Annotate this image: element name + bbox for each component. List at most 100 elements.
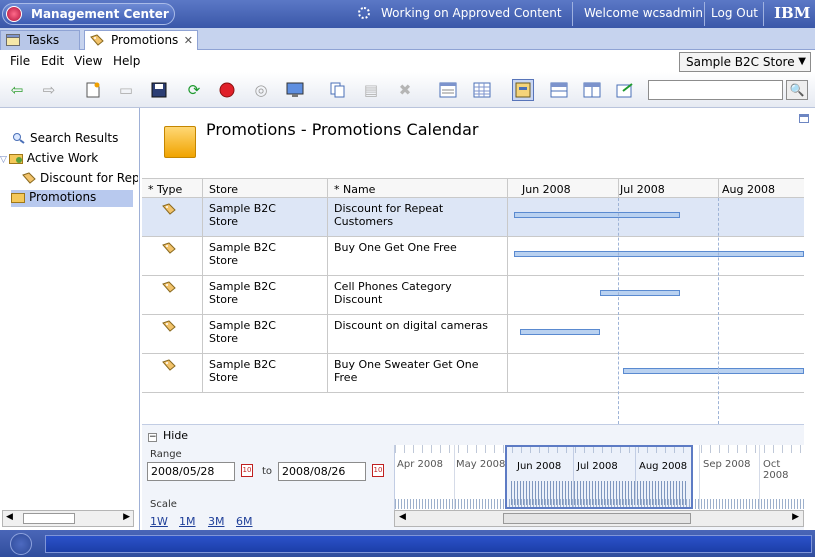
scrollbar-thumb[interactable] bbox=[23, 513, 75, 524]
stop-icon[interactable] bbox=[216, 79, 238, 101]
calendar-cell bbox=[508, 354, 804, 392]
scroll-right-icon[interactable]: ▶ bbox=[123, 512, 130, 522]
list-view-icon[interactable] bbox=[437, 79, 459, 101]
store-cell: Sample B2C Store bbox=[203, 276, 328, 314]
tab-tasks[interactable]: Tasks bbox=[0, 30, 80, 50]
calendar-icon[interactable]: 10 bbox=[372, 464, 384, 477]
calendar-icon[interactable]: 10 bbox=[241, 464, 253, 477]
scroll-left-icon[interactable]: ◀ bbox=[6, 512, 13, 522]
store-text: Store bbox=[209, 254, 239, 267]
nav-active-work-item[interactable]: Discount for Repeat bbox=[22, 171, 138, 185]
hide-label: Hide bbox=[163, 429, 189, 442]
app-title-text: Management Center bbox=[31, 7, 169, 21]
search-icon: 🔍 bbox=[789, 83, 805, 97]
search-icon bbox=[12, 132, 26, 144]
range-to-label: to bbox=[262, 466, 273, 477]
explorer-panel: Search Results ▽ Active Work Discount for… bbox=[0, 108, 140, 530]
chevron-down-icon[interactable]: ▽ bbox=[0, 155, 7, 165]
scale-1m-link[interactable]: 1M bbox=[179, 515, 196, 528]
timeline-month: Sep 2008 bbox=[703, 459, 751, 470]
nav-promotions[interactable]: Promotions bbox=[11, 190, 133, 207]
close-tab-icon[interactable]: ✕ bbox=[184, 32, 193, 50]
open-icon[interactable]: ▭ bbox=[115, 79, 137, 101]
explorer-horizontal-scrollbar[interactable]: ◀ ▶ bbox=[2, 510, 134, 527]
tab-label: Promotions bbox=[111, 33, 179, 47]
paste-icon[interactable]: ▤ bbox=[360, 79, 382, 101]
scale-1w-link[interactable]: 1W bbox=[150, 515, 168, 528]
logout-link[interactable]: Log Out bbox=[711, 6, 758, 20]
title-divider bbox=[763, 2, 764, 26]
store-selector-dropdown[interactable]: Sample B2C Store ▼ bbox=[679, 52, 811, 72]
scroll-left-icon[interactable]: ◀ bbox=[399, 512, 406, 522]
scale-6m-link[interactable]: 6M bbox=[236, 515, 253, 528]
column-header-type[interactable]: * Type bbox=[142, 179, 203, 197]
grid-view-icon[interactable] bbox=[471, 79, 493, 101]
promotion-row[interactable]: Sample B2C Store Buy One Get One Free bbox=[142, 237, 804, 276]
nav-active-work[interactable]: ▽ Active Work bbox=[0, 151, 138, 165]
timeline-overview[interactable]: Apr 2008 May 2008 Sep 2008 Oct 2008 Jun … bbox=[394, 445, 805, 513]
promotion-duration-bar[interactable] bbox=[514, 212, 680, 218]
timeline-scrollbar[interactable]: ◀ ▶ bbox=[394, 510, 804, 527]
promotion-icon bbox=[22, 172, 36, 184]
export-icon[interactable] bbox=[614, 79, 636, 101]
welcome-text: Welcome wcsadmin bbox=[584, 6, 703, 20]
column-header-name[interactable]: * Name bbox=[328, 179, 508, 197]
search-button[interactable]: 🔍 bbox=[786, 80, 808, 100]
store-cell: Sample B2C Store bbox=[203, 237, 328, 275]
column-header-store[interactable]: Store bbox=[203, 179, 328, 197]
promotion-row[interactable]: Sample B2C Store Buy One Sweater Get One Fr… bbox=[142, 354, 804, 393]
promotion-row[interactable]: Sample B2C Store Discount for Repeat Custom… bbox=[142, 198, 804, 237]
promotion-row[interactable]: Sample B2C Store Discount on digital camer… bbox=[142, 315, 804, 354]
calendar-cell bbox=[508, 198, 804, 236]
store-text: Sample B2C bbox=[209, 202, 276, 215]
calendar-view-icon[interactable] bbox=[512, 79, 534, 101]
horizontal-split-icon[interactable] bbox=[548, 79, 570, 101]
promotion-icon bbox=[162, 203, 176, 215]
timeline-selection-window[interactable]: Jun 2008 Jul 2008 Aug 2008 bbox=[505, 445, 693, 509]
menu-help[interactable]: Help bbox=[113, 54, 140, 68]
name-text: Buy One Sweater Get One bbox=[334, 358, 479, 371]
promotion-duration-bar[interactable] bbox=[623, 368, 804, 374]
month-guide-line bbox=[618, 198, 619, 424]
back-icon[interactable]: ⇦ bbox=[6, 79, 28, 101]
find-icon[interactable]: ◎ bbox=[250, 79, 272, 101]
range-end-input[interactable]: 2008/08/26 bbox=[278, 462, 366, 481]
month-guide-line bbox=[718, 198, 719, 424]
tab-promotions[interactable]: Promotions ✕ bbox=[84, 30, 198, 50]
new-icon[interactable] bbox=[82, 79, 104, 101]
range-start-input[interactable]: 2008/05/28 bbox=[147, 462, 235, 481]
timeline-density bbox=[511, 481, 687, 505]
scrollbar-thumb[interactable] bbox=[503, 513, 691, 524]
hide-range-toggle[interactable]: − Hide bbox=[148, 429, 188, 442]
timeline-month: May 2008 bbox=[456, 459, 506, 470]
delete-icon[interactable]: ✖ bbox=[394, 79, 416, 101]
forward-icon[interactable]: ⇨ bbox=[38, 79, 60, 101]
promotion-duration-bar[interactable] bbox=[520, 329, 600, 335]
title-bar: Management Center Working on Approved Co… bbox=[0, 0, 815, 28]
nav-search-results[interactable]: Search Results bbox=[12, 131, 138, 145]
calendar-cell bbox=[508, 315, 804, 353]
copy-icon[interactable] bbox=[327, 79, 349, 101]
store-text: Sample B2C bbox=[209, 358, 276, 371]
name-text: Buy One Get One Free bbox=[334, 241, 457, 254]
app-title-button[interactable]: Management Center bbox=[2, 3, 175, 25]
scroll-right-icon[interactable]: ▶ bbox=[792, 512, 799, 522]
menu-edit[interactable]: Edit bbox=[41, 54, 64, 68]
work-status-text: Working on Approved Content bbox=[381, 6, 562, 20]
refresh-icon[interactable]: ⟳ bbox=[183, 79, 205, 101]
search-input[interactable] bbox=[648, 80, 783, 100]
menu-view[interactable]: View bbox=[74, 54, 102, 68]
promotion-row[interactable]: Sample B2C Store Cell Phones Category Disco… bbox=[142, 276, 804, 315]
nav-label: Active Work bbox=[26, 151, 99, 165]
maximize-icon[interactable] bbox=[799, 114, 809, 123]
store-cell: Sample B2C Store bbox=[203, 198, 328, 236]
promotion-duration-bar[interactable] bbox=[514, 251, 804, 257]
save-icon[interactable] bbox=[148, 79, 170, 101]
menu-file[interactable]: File bbox=[10, 54, 30, 68]
promotion-duration-bar[interactable] bbox=[600, 290, 680, 296]
type-cell bbox=[142, 354, 203, 392]
scale-3m-link[interactable]: 3M bbox=[208, 515, 225, 528]
preview-icon[interactable] bbox=[284, 79, 306, 101]
vertical-split-icon[interactable] bbox=[581, 79, 603, 101]
promotion-icon bbox=[162, 281, 176, 293]
